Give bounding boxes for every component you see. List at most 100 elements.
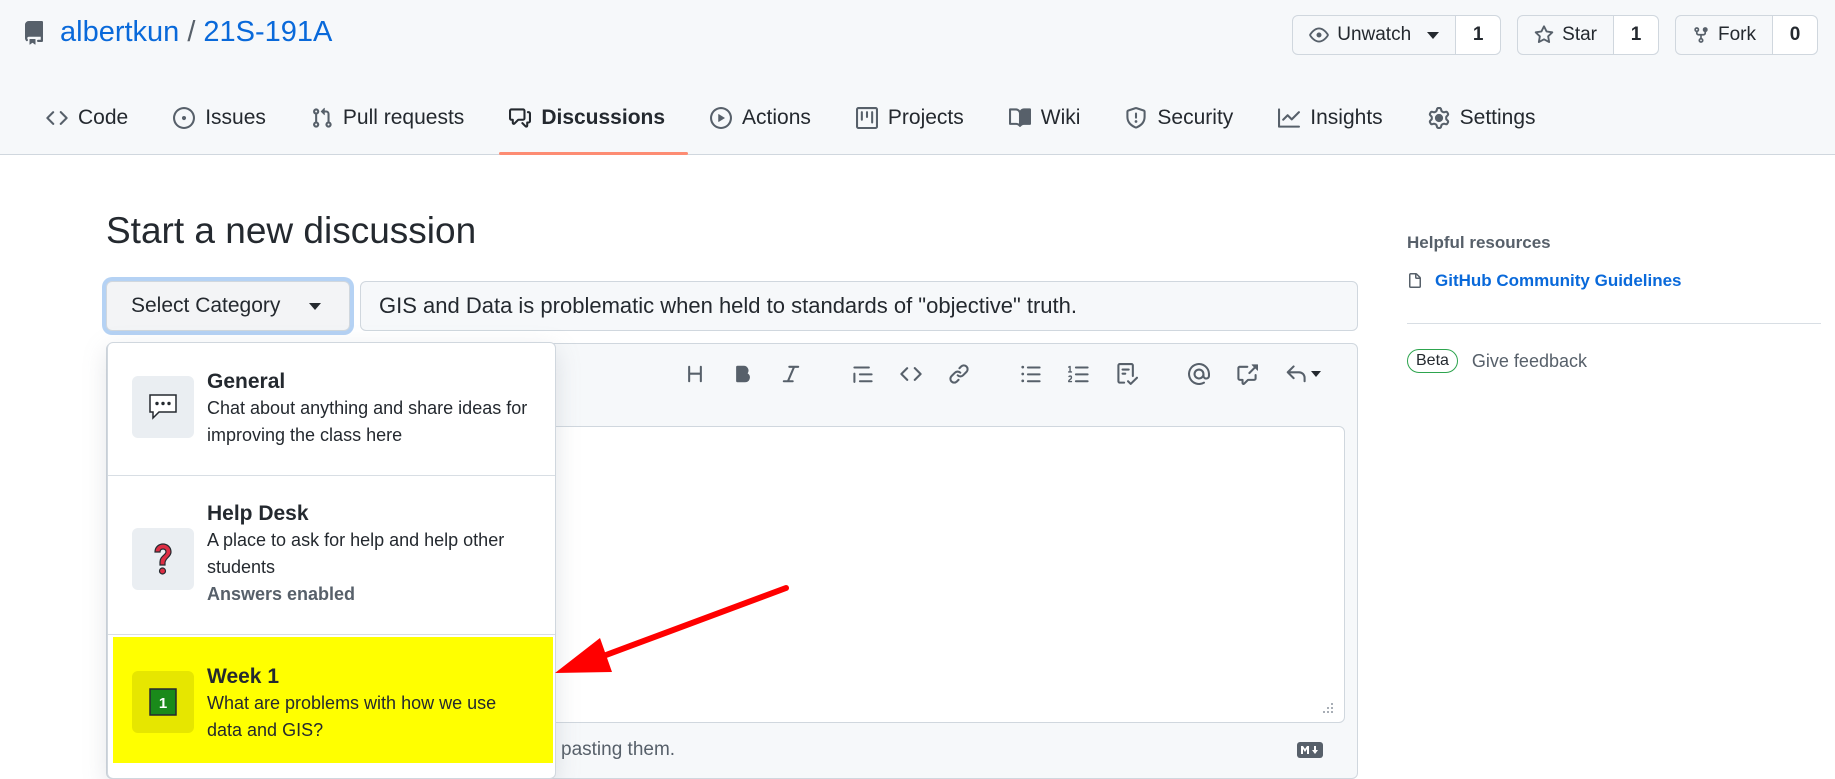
file-icon [1409, 273, 1421, 288]
attach-files-hint: pasting them. [561, 739, 676, 760]
saved-replies-button[interactable] [1283, 362, 1323, 386]
quote-icon [853, 366, 873, 383]
tab-label: Issues [205, 106, 266, 129]
star-button[interactable]: Star [1518, 16, 1614, 54]
beta-label: Beta [1407, 349, 1458, 373]
category-select-button[interactable]: Select Category [106, 281, 350, 331]
repo-title: albertkun / 21S-191A [22, 16, 332, 49]
watch-count[interactable]: 1 [1456, 16, 1501, 54]
tab-code[interactable]: Code [36, 94, 151, 155]
watch-button-group: Unwatch 1 [1292, 15, 1502, 55]
eye-icon [1309, 27, 1330, 43]
tab-label: Pull requests [342, 106, 465, 129]
code-icon [900, 367, 922, 381]
tasklist-icon [1117, 363, 1138, 385]
category-description: Chat about anything and share ideas for … [207, 398, 528, 445]
unordered-list-button[interactable] [1019, 362, 1043, 386]
play-icon [710, 107, 733, 129]
tab-settings[interactable]: Settings [1418, 94, 1559, 155]
ordered-list-button[interactable] [1067, 362, 1091, 386]
page-title: Start a new discussion [106, 210, 477, 251]
community-guidelines-label: GitHub Community Guidelines [1435, 271, 1682, 290]
annotation-arrow [555, 585, 789, 673]
tab-security[interactable]: Security [1115, 94, 1256, 155]
code-icon [46, 111, 68, 125]
list-unordered-icon [1021, 365, 1041, 383]
cross-reference-button[interactable] [1235, 362, 1259, 386]
book-icon [1008, 108, 1031, 127]
category-select-label: Select Category [131, 294, 281, 317]
star-button-group: Star 1 [1517, 15, 1659, 55]
caret-down-icon [1427, 31, 1440, 39]
star-count[interactable]: 1 [1614, 16, 1658, 54]
gear-icon [1428, 107, 1449, 129]
bold-icon [736, 365, 750, 383]
fork-button-group: Fork 0 [1675, 15, 1818, 55]
comment-discussion-icon [509, 108, 532, 128]
reply-icon [1286, 365, 1306, 383]
category-name: Week 1 [207, 665, 279, 688]
bold-button[interactable] [731, 362, 755, 386]
fork-count[interactable]: 0 [1773, 16, 1817, 54]
tab-label: Projects [887, 106, 964, 129]
resize-handle-icon[interactable] [1322, 702, 1334, 714]
repo-name-link[interactable]: 21S-191A [203, 16, 332, 49]
repo-icon [24, 20, 43, 45]
category-option-week-1[interactable]: 1 Week 1 What are problems with how we u… [108, 635, 555, 765]
tab-label: Wiki [1040, 106, 1081, 129]
star-icon [1534, 25, 1554, 44]
category-answers-enabled: Answers enabled [207, 584, 356, 604]
project-icon [855, 107, 878, 129]
divider [1407, 323, 1821, 324]
give-feedback[interactable]: Beta Give feedback [1407, 349, 1587, 373]
task-list-button[interactable] [1115, 362, 1139, 386]
tab-label: Security [1157, 106, 1234, 129]
heading-icon [688, 365, 702, 383]
watch-button[interactable]: Unwatch [1293, 16, 1457, 54]
tab-projects[interactable]: Projects [846, 94, 987, 155]
tab-pull-requests[interactable]: Pull requests [301, 94, 487, 155]
repo-separator: / [187, 16, 196, 48]
mention-icon [1188, 363, 1210, 385]
repo-owner-link[interactable]: albertkun [60, 16, 179, 49]
category-dropdown: General Chat about anything and share id… [107, 342, 556, 779]
italic-button[interactable] [779, 362, 803, 386]
question-mark-icon [132, 528, 194, 590]
markdown-icon[interactable] [1297, 742, 1323, 758]
tab-label: Discussions [541, 106, 666, 129]
tab-actions[interactable]: Actions [700, 94, 834, 155]
category-name: Help Desk [207, 502, 309, 525]
git-pull-request-icon [312, 107, 332, 128]
category-name: General [207, 370, 286, 393]
category-description: A place to ask for help and help other s… [207, 530, 505, 577]
star-label: Star [1562, 24, 1597, 45]
svg-text:1: 1 [159, 695, 167, 712]
repo-actions: Unwatch 1 Star 1 Fork 0 [1292, 15, 1818, 55]
tab-label: Actions [742, 106, 811, 129]
shield-icon [1126, 107, 1147, 129]
speech-balloon-icon [132, 376, 194, 438]
italic-icon [782, 365, 800, 383]
quote-button[interactable] [851, 362, 875, 386]
mention-button[interactable] [1187, 362, 1211, 386]
tab-insights[interactable]: Insights [1268, 94, 1405, 155]
tab-issues[interactable]: Issues [163, 94, 289, 155]
cross-reference-icon [1237, 364, 1258, 385]
fork-button[interactable]: Fork [1676, 16, 1773, 54]
category-option-text: Help Desk A place to ask for help and he… [207, 501, 535, 608]
community-guidelines-link[interactable]: GitHub Community Guidelines [1407, 271, 1682, 291]
repo-nav-tabs: Code Issues Pull requests Discussions Ac… [36, 94, 1571, 155]
list-ordered-icon [1068, 365, 1089, 383]
give-feedback-link[interactable]: Give feedback [1472, 351, 1587, 372]
discussion-title-input[interactable]: GIS and Data is problematic when held to… [360, 281, 1358, 331]
category-description: What are problems with how we use data a… [207, 693, 497, 740]
tab-wiki[interactable]: Wiki [999, 94, 1104, 155]
number-one-icon: 1 [132, 671, 194, 733]
category-option-help-desk[interactable]: Help Desk A place to ask for help and he… [108, 476, 555, 634]
tab-discussions[interactable]: Discussions [499, 94, 688, 155]
category-option-general[interactable]: General Chat about anything and share id… [108, 343, 555, 475]
code-button[interactable] [899, 362, 923, 386]
link-button[interactable] [947, 362, 971, 386]
watch-label: Unwatch [1337, 24, 1412, 45]
heading-button[interactable] [683, 362, 707, 386]
